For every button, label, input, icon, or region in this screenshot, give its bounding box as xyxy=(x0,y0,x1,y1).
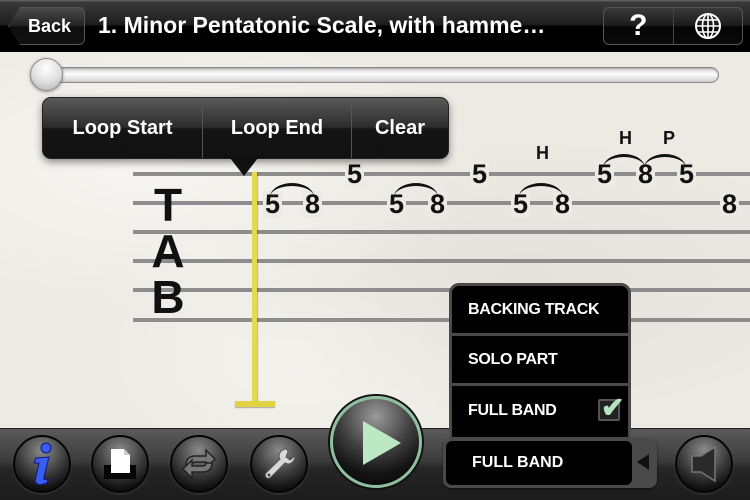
info-icon xyxy=(33,442,52,486)
repeat-icon xyxy=(181,448,217,480)
track-dropdown-menu: BACKING TRACK SOLO PART FULL BAND ✔ xyxy=(449,283,631,440)
speaker-icon xyxy=(691,445,716,483)
tab-clef-b: B xyxy=(151,271,185,323)
back-button-label: Back xyxy=(27,15,72,36)
tab-note: 8 xyxy=(720,189,740,219)
technique-hammer: H xyxy=(536,143,549,163)
play-button[interactable] xyxy=(330,396,422,488)
track-option-label: FULL BAND xyxy=(468,402,557,419)
tab-note: 5 xyxy=(470,159,490,189)
track-select-value: FULL BAND xyxy=(446,441,632,485)
print-button[interactable] xyxy=(91,435,149,493)
back-button[interactable]: Back xyxy=(8,7,85,45)
question-icon: ? xyxy=(629,9,648,42)
play-icon xyxy=(363,421,401,465)
info-button[interactable] xyxy=(13,435,71,493)
song-progress-slider[interactable] xyxy=(38,67,719,83)
track-option-label: SOLO PART xyxy=(468,350,558,368)
staff-line xyxy=(133,288,750,292)
print-icon xyxy=(104,449,136,479)
check-icon: ✔ xyxy=(601,392,625,423)
navigation-bar: Back 1. Minor Pentatonic Scale, with ham… xyxy=(0,0,750,52)
loop-clear-button[interactable]: Clear xyxy=(351,98,448,158)
volume-button[interactable] xyxy=(675,435,733,493)
track-option-full-band[interactable]: FULL BAND ✔ xyxy=(452,386,628,436)
loop-toggle-button[interactable] xyxy=(170,435,228,493)
loop-popup-menu: Loop Start Loop End Clear xyxy=(42,97,449,159)
playhead-cursor[interactable] xyxy=(252,172,257,405)
loop-end-button[interactable]: Loop End xyxy=(202,98,351,158)
page-title: 1. Minor Pentatonic Scale, with hamme… xyxy=(98,12,546,38)
tab-note: 5 xyxy=(345,159,365,189)
selected-checkbox: ✔ xyxy=(598,392,624,423)
nav-actions: ? xyxy=(603,7,743,45)
playhead-handle[interactable] xyxy=(235,401,275,407)
settings-button[interactable] xyxy=(250,435,308,493)
track-option-backing[interactable]: BACKING TRACK xyxy=(452,286,628,336)
song-progress-thumb[interactable] xyxy=(30,58,63,91)
technique-pull-off: P xyxy=(663,128,676,148)
track-option-solo[interactable]: SOLO PART xyxy=(452,336,628,386)
loop-start-button[interactable]: Loop Start xyxy=(43,98,202,158)
staff-line xyxy=(133,259,750,263)
staff-line xyxy=(133,318,750,322)
tab-clef-t: T xyxy=(153,179,183,231)
globe-icon xyxy=(694,13,721,39)
tab-clef-a: A xyxy=(151,225,185,277)
track-select-dropdown[interactable]: FULL BAND xyxy=(443,438,657,488)
language-button[interactable] xyxy=(672,8,743,44)
staff-line xyxy=(133,172,750,176)
help-button[interactable]: ? xyxy=(604,8,673,44)
dropdown-arrow-icon xyxy=(637,454,649,470)
technique-hammer: H xyxy=(619,128,632,148)
popup-pointer xyxy=(230,158,258,176)
track-option-label: BACKING TRACK xyxy=(468,300,600,318)
wrench-icon xyxy=(264,448,296,479)
staff-line xyxy=(133,230,750,234)
